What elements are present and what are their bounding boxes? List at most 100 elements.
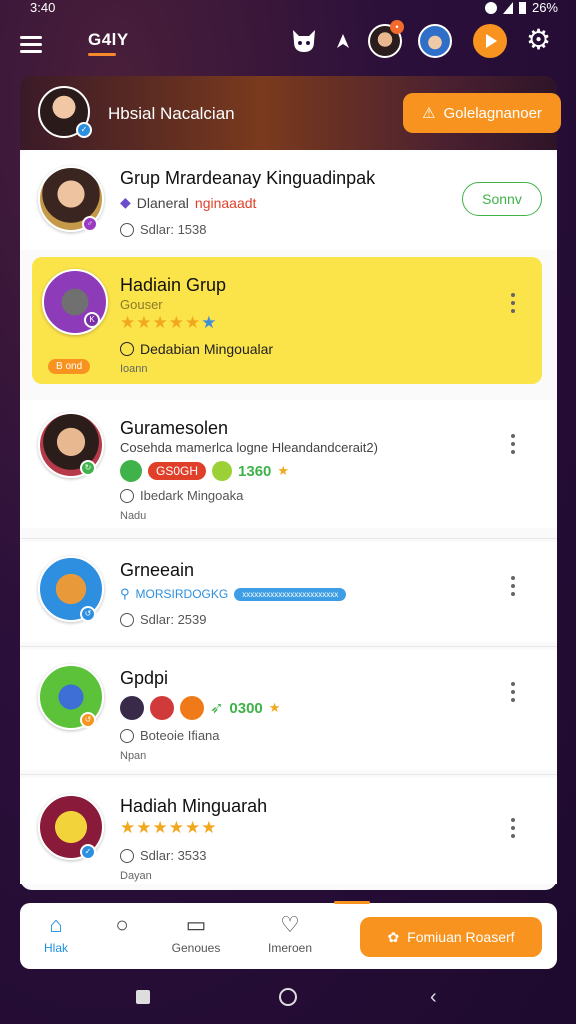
title-underline: [88, 53, 116, 56]
notification-badge: •: [390, 20, 404, 34]
more-options-icon[interactable]: [510, 293, 516, 313]
status-badge: B ond: [48, 359, 91, 374]
verified-badge: ✓: [76, 122, 92, 138]
item-footnote: Npan: [120, 750, 147, 762]
home-button[interactable]: [279, 988, 297, 1006]
chat-bubble-icon: ○: [115, 912, 129, 937]
heart-chat-icon: ♡: [280, 912, 300, 937]
divider: [20, 538, 557, 539]
rocket-icon[interactable]: [333, 30, 353, 56]
clock-icon: [120, 488, 134, 503]
item-title: Grup Mrardeanay Kinguadinpak: [120, 168, 376, 188]
status-time: 3:40: [30, 0, 56, 15]
more-options-icon[interactable]: [510, 818, 516, 838]
recents-button[interactable]: [136, 990, 150, 1004]
arrow-icon: ➶: [210, 700, 224, 717]
nav-members[interactable]: ♡ Imeroen: [250, 912, 330, 956]
bottom-navigation: ⌂ Hlak ○ ▭ Genoues ♡ Imeroen ✿ Fomiuan R…: [20, 901, 557, 969]
avatar-chip: [180, 696, 204, 720]
gem-icon: ◆: [120, 194, 131, 210]
cat-icon[interactable]: [290, 28, 318, 58]
nav-indicator: [334, 901, 370, 904]
member-badge: ✓: [80, 844, 96, 860]
list-item-highlighted[interactable]: K Hadiain Grup Gouser ★★★★★★ Dedabian Mi…: [32, 257, 542, 384]
back-button[interactable]: ‹: [430, 986, 437, 1009]
list-item[interactable]: ↺ Gpdpi ➶ 0300 ★ Boteoie Ifiana Npan: [20, 650, 557, 770]
status-bar: 3:40 26%: [0, 0, 576, 18]
list-item[interactable]: ↺ Grneeain ⚲ MORSIRDOGKG xxxxxxxxxxxxxxx…: [20, 542, 557, 642]
divider: [20, 646, 557, 647]
item-meta: Dedabian Mingoualar: [120, 341, 273, 357]
header-action-button[interactable]: ⚠ Golelagnanoer: [403, 93, 561, 133]
rating-stars: ★★★★★★: [120, 818, 218, 837]
alarm-icon: [484, 1, 497, 14]
link-icon: ⚲: [120, 586, 130, 601]
item-meta: Sdlar: 1538: [120, 222, 207, 237]
create-group-button[interactable]: ✿ Fomiuan Roaserf: [360, 917, 542, 957]
item-footnote: Dayan: [120, 870, 152, 882]
avatar-chip: [150, 696, 174, 720]
star-icon: ★: [268, 700, 281, 715]
divider: [20, 774, 557, 775]
member-badge: ♂: [82, 216, 98, 232]
more-options-icon[interactable]: [510, 434, 516, 454]
battery-level: 26%: [531, 0, 558, 15]
tag-pill: xxxxxxxxxxxxxxxxxxxxxxxx: [234, 587, 347, 601]
nav-games[interactable]: ▭ Genoues: [156, 912, 236, 956]
profile-avatar[interactable]: [418, 24, 452, 58]
item-footnote: Ioann: [120, 363, 148, 375]
item-meta: Boteoie Ifiana: [120, 728, 220, 743]
group-icon: ✿: [387, 928, 400, 945]
item-badges: GS0GH 1360 ★: [120, 460, 289, 482]
menu-icon[interactable]: [20, 36, 42, 53]
list-item[interactable]: ✓ Hadiah Minguarah ★★★★★★ Sdlar: 3533 Da…: [20, 778, 557, 884]
member-badge: ↺: [80, 712, 96, 728]
item-title: Hadiah Minguarah: [120, 796, 268, 816]
list-item[interactable]: ↻ Guramesolen Cosehda mamerlca logne Hle…: [20, 400, 557, 528]
group-list: ♂ Grup Mrardeanay Kinguadinpak ◆ Dlanera…: [20, 150, 557, 890]
item-tags: ⚲ MORSIRDOGKG xxxxxxxxxxxxxxxxxxxxxxxx: [120, 586, 347, 602]
rating-stars: ★★★★★★: [120, 313, 218, 332]
item-subtitle: ◆ Dlaneral nginaaadt: [120, 194, 257, 211]
count-value: 1360: [238, 462, 272, 480]
member-badge: ↻: [80, 460, 96, 476]
follow-button[interactable]: Sonnv: [462, 182, 542, 216]
item-subtitle: Cosehda mamerlca logne Hleandandcerait2): [120, 440, 378, 455]
avatar-chip: [120, 696, 144, 720]
clock-icon: [120, 612, 134, 627]
book-icon: [120, 460, 142, 482]
top-app-bar: G4lY • ⚙: [0, 20, 576, 68]
item-meta: Ibedark Mingoaka: [120, 488, 243, 503]
item-meta: Sdlar: 3533: [120, 848, 207, 863]
clock-icon: [120, 222, 134, 237]
item-footnote: Nadu: [120, 510, 147, 522]
list-item[interactable]: ♂ Grup Mrardeanay Kinguadinpak ◆ Dlanera…: [20, 150, 557, 250]
signal-icon: [502, 1, 513, 14]
item-title: Guramesolen: [120, 418, 229, 438]
nav-chat[interactable]: ○: [82, 913, 162, 941]
more-options-icon[interactable]: [510, 682, 516, 702]
clock-icon: [120, 728, 134, 743]
gear-icon[interactable]: ⚙: [526, 26, 551, 54]
system-navigation: ‹: [0, 980, 576, 1020]
tag-pill: GS0GH: [148, 462, 207, 480]
count-value: 0300: [229, 699, 263, 717]
item-title: Grneeain: [120, 560, 195, 580]
header-action-label: Golelagnanoer: [443, 104, 542, 122]
item-title: Hadiain Grup: [120, 275, 227, 295]
warning-icon: ⚠: [422, 105, 436, 122]
item-meta: Sdlar: 2539: [120, 612, 207, 627]
play-button[interactable]: [473, 24, 507, 58]
window-icon: ▭: [185, 912, 207, 937]
battery-icon: [518, 1, 526, 14]
star-icon: ★: [277, 463, 290, 478]
smile-icon: [212, 461, 233, 481]
clock-icon: [120, 848, 134, 863]
profile-header-card: ✓ Hbsial Nacalcian ⚠ Golelagnanoer: [20, 76, 561, 154]
more-options-icon[interactable]: [510, 576, 516, 596]
item-badges: ➶ 0300 ★: [120, 696, 280, 720]
status-icons: 26%: [484, 0, 558, 15]
item-title: Gpdpi: [120, 668, 169, 688]
user-name: Hbsial Nacalcian: [108, 104, 235, 123]
clock-icon: [120, 342, 134, 356]
